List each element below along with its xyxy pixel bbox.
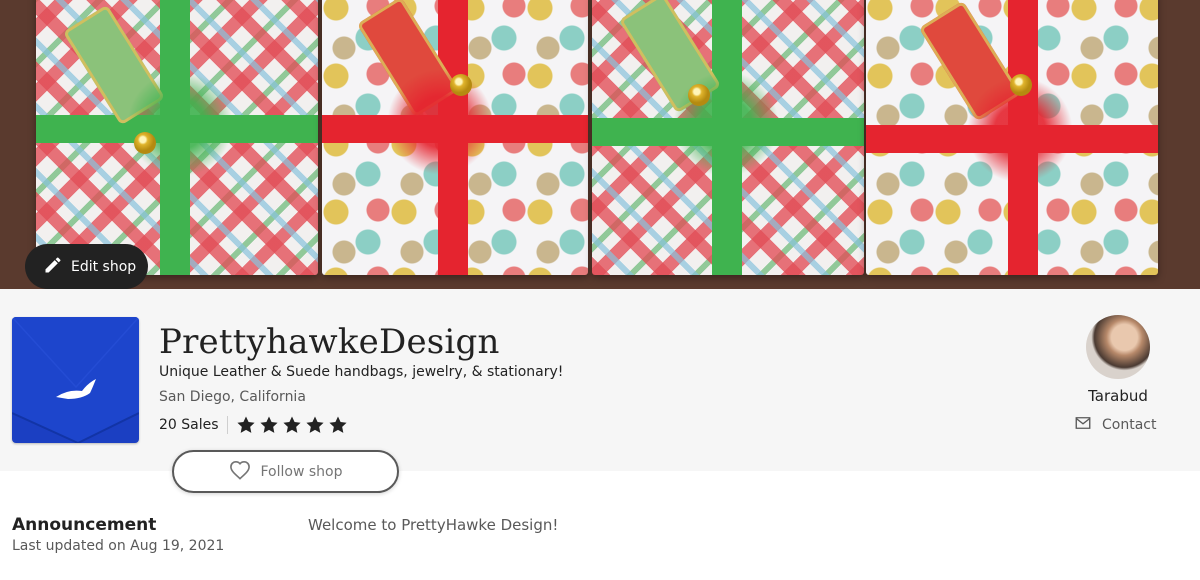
announcement-text: Welcome to PrettyHawke Design!	[308, 516, 559, 534]
avatar[interactable]	[1086, 315, 1150, 379]
pencil-icon	[43, 255, 63, 279]
follow-shop-label: Follow shop	[260, 463, 343, 480]
contact-label: Contact	[1102, 417, 1157, 433]
mail-icon	[1074, 414, 1092, 436]
banner-gift-dots-red-2	[866, 0, 1158, 275]
shop-header: PrettyhawkeDesign Unique Leather & Suede…	[0, 289, 1200, 471]
shop-location: San Diego, California	[159, 389, 306, 405]
shop-name: PrettyhawkeDesign	[159, 322, 500, 362]
shop-logo[interactable]	[12, 317, 139, 443]
star-icon	[282, 416, 301, 433]
shop-owner[interactable]: Tarabud	[1070, 315, 1166, 405]
star-icon	[328, 416, 347, 433]
sales-and-rating: 20 Sales	[159, 414, 348, 436]
announcement-title: Announcement	[12, 515, 157, 535]
shop-tagline: Unique Leather & Suede handbags, jewelry…	[159, 364, 564, 380]
star-icon	[236, 416, 255, 433]
star-icon	[305, 416, 324, 433]
sales-count[interactable]: 20 Sales	[159, 417, 219, 433]
star-rating[interactable]	[236, 415, 348, 435]
banner-gift-dots-red	[322, 0, 588, 275]
banner-gift-plaid-green-2	[592, 0, 864, 275]
contact-button[interactable]: Contact	[1074, 414, 1156, 436]
edit-shop-button[interactable]: Edit shop	[25, 244, 148, 289]
heart-icon	[229, 460, 251, 484]
announcement-updated: Last updated on Aug 19, 2021	[12, 538, 225, 554]
banner-gift-plaid-green	[36, 0, 318, 275]
divider	[226, 416, 228, 434]
shop-banner: Edit shop	[0, 0, 1200, 289]
owner-name[interactable]: Tarabud	[1070, 387, 1166, 405]
follow-shop-button[interactable]: Follow shop	[172, 450, 399, 493]
star-icon	[259, 416, 278, 433]
edit-shop-label: Edit shop	[71, 258, 137, 275]
